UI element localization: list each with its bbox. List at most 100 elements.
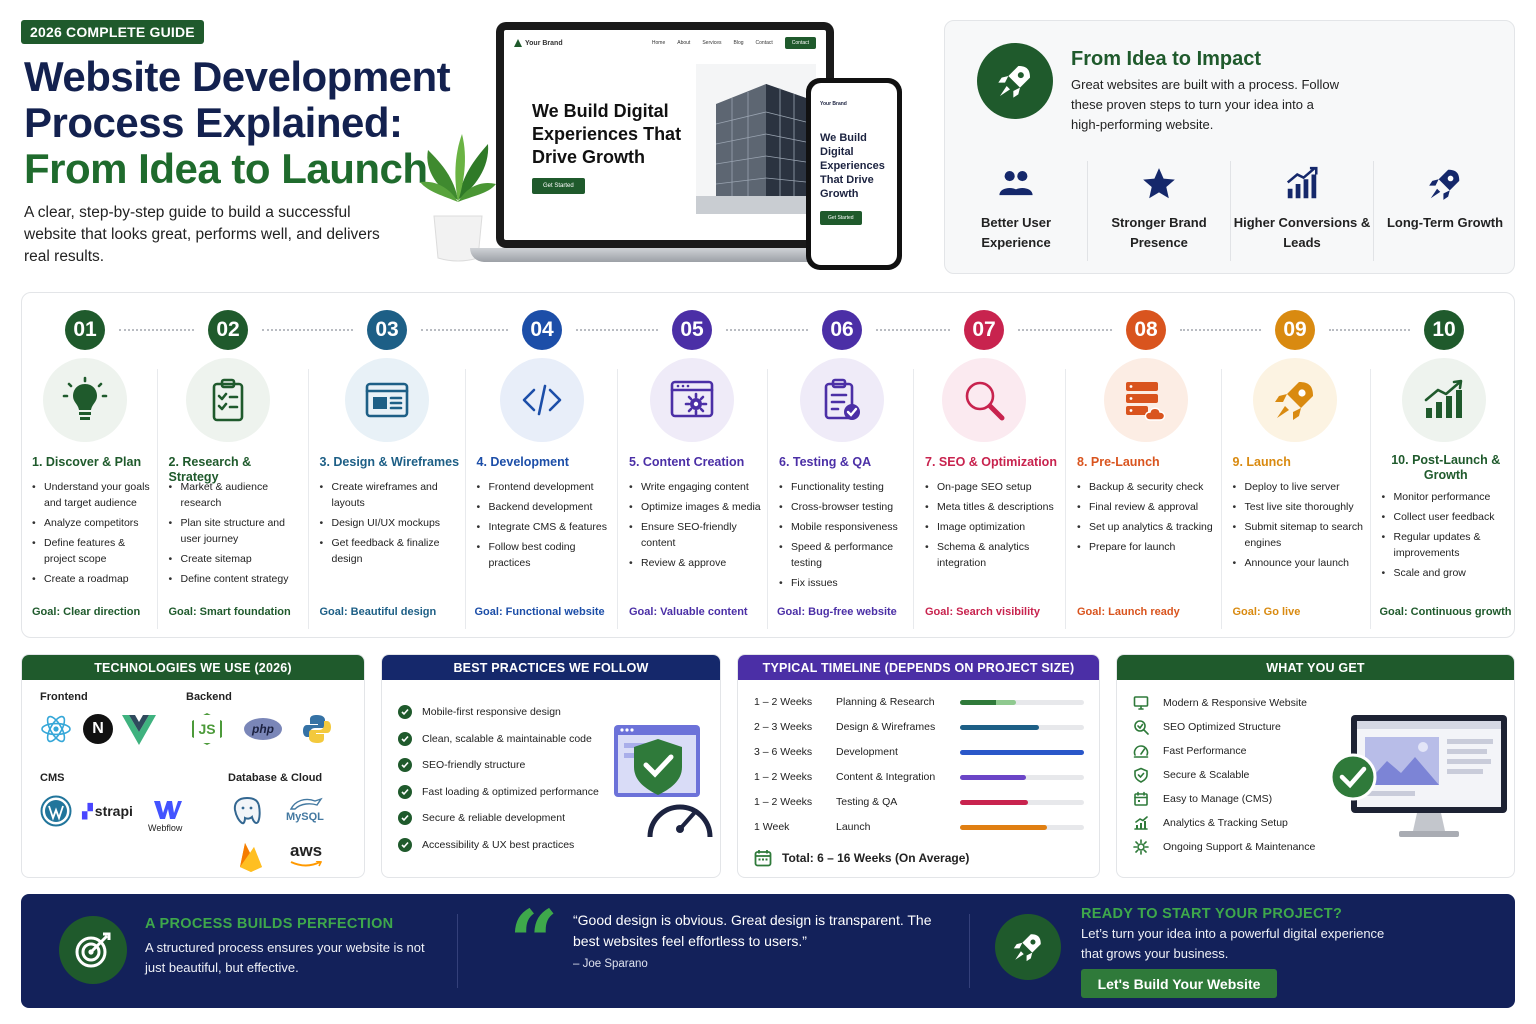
monitor-icon <box>1133 696 1149 710</box>
gear-icon <box>1133 839 1149 855</box>
what-you-get-list: Modern & Responsive Website SEO Optimized… <box>1133 691 1315 859</box>
step-task: Deploy to live server <box>1233 479 1364 495</box>
step-title: 10. Post-Launch & Growth <box>1391 453 1501 482</box>
target-badge <box>59 916 127 984</box>
calendar-icon <box>1134 791 1148 806</box>
lightbulb-icon <box>62 376 108 420</box>
rocket-icon <box>1013 934 1041 962</box>
benefit-brand-presence: Stronger Brand Presence <box>1088 161 1231 261</box>
timeline-phase: Design & Wireframes <box>836 721 936 733</box>
step-task: Design UI/UX mockups <box>320 515 459 531</box>
what-you-get-item: Ongoing Support & Maintenance <box>1133 835 1315 859</box>
step-task: Integrate CMS & features <box>477 519 612 535</box>
step-icon-badge <box>1253 358 1337 442</box>
check-icon <box>398 758 412 773</box>
step-task: Analyze competitors <box>32 515 151 531</box>
step-title: 3. Design & Wireframes <box>319 455 460 469</box>
step-tasks: On-page SEO setup Meta titles & descripti… <box>925 479 1059 575</box>
step-task: Understand your goals and target audienc… <box>32 479 151 511</box>
step-number: 09 <box>1275 310 1315 350</box>
quote-author: – Joe Sparano <box>573 958 648 970</box>
rocket-icon <box>1275 382 1313 420</box>
step-task: Collect user feedback <box>1382 509 1509 525</box>
timeline-bar-fill <box>960 774 1026 780</box>
step-task: Plan site structure and user journey <box>169 515 302 547</box>
step-task: Create wireframes and layouts <box>320 479 459 511</box>
process-step-06: 06 6. Testing & QA Functionality testing… <box>767 293 913 637</box>
timeline-bar-fill <box>960 724 1040 730</box>
browser-gear-icon <box>670 380 714 418</box>
step-task: Final review & approval <box>1077 499 1215 515</box>
step-tasks: Frontend development Backend development I… <box>477 479 612 575</box>
step-task: Define features & project scope <box>32 535 151 567</box>
step-number: 01 <box>65 310 105 350</box>
benefit-label: Better User Experience <box>980 215 1052 250</box>
benefit-label: Higher Conversions & Leads <box>1233 215 1371 250</box>
benefit-growth: Long-Term Growth <box>1374 161 1516 261</box>
timeline-duration: 1 Week <box>754 821 790 833</box>
step-icon-badge <box>186 358 270 442</box>
step-task: Image optimization <box>925 519 1059 535</box>
title-line-2: Process Explained: <box>24 99 403 146</box>
impact-text: Great websites are built with a process.… <box>1071 77 1340 132</box>
timeline-phase: Testing & QA <box>836 796 898 808</box>
step-task: Backend development <box>477 499 612 515</box>
triangle-logo-icon <box>514 39 522 47</box>
timeline-duration: 1 – 2 Weeks <box>754 696 813 708</box>
step-title: 7. SEO & Optimization <box>925 455 1057 469</box>
users-icon <box>999 171 1033 196</box>
step-task: Test live site thoroughly <box>1233 499 1364 515</box>
aws-logo: aws <box>290 841 322 867</box>
mockup-nav-contact: Contact <box>755 40 773 46</box>
python-icon <box>303 715 331 743</box>
timeline-duration: 2 – 3 Weeks <box>754 721 813 733</box>
backend-label: Backend <box>186 691 232 703</box>
step-task: Functionality testing <box>779 479 907 495</box>
hero-section: 2026 COMPLETE GUIDE Website Development … <box>0 0 1536 290</box>
step-number: 07 <box>964 310 1004 350</box>
step-tasks: Market & audience research Plan site stru… <box>169 479 302 591</box>
process-step-08: 08 8. Pre-Launch Backup & security check… <box>1065 293 1221 637</box>
step-task: Submit sitemap to search engines <box>1233 519 1364 551</box>
benefit-label: Long-Term Growth <box>1386 215 1504 230</box>
dolphin-icon <box>289 797 323 810</box>
strapi-logo: ▞ strapi <box>82 802 133 820</box>
footer-banner: A PROCESS BUILDS PERFECTION A structured… <box>21 894 1515 1008</box>
step-task: Ensure SEO-friendly content <box>629 519 761 551</box>
step-task: Review & approve <box>629 555 761 571</box>
what-you-get-item: Easy to Manage (CMS) <box>1133 787 1315 811</box>
mockup-contact-button: Contact <box>784 37 816 49</box>
impact-rocket-badge <box>977 43 1053 119</box>
step-task: Create a roadmap <box>32 571 151 587</box>
timeline-bar-track <box>960 699 1084 705</box>
step-goal: Goal: Functional website <box>474 606 605 618</box>
process-step-07: 07 7. SEO & Optimization On-page SEO set… <box>913 293 1065 637</box>
timeline-total: Total: 6 – 16 Weeks (On Average) <box>754 849 969 867</box>
timeline-bar-track <box>960 749 1084 755</box>
timeline-bar-track <box>960 824 1084 830</box>
step-number: 03 <box>367 310 407 350</box>
step-title: 8. Pre-Launch <box>1077 455 1160 469</box>
quote-icon: “ <box>509 892 559 993</box>
step-icon-badge <box>942 358 1026 442</box>
bar-chart-icon <box>1286 166 1318 199</box>
best-practices-heading: BEST PRACTICES WE FOLLOW <box>382 655 720 680</box>
mockup-nav: Your Brand Home About Services Blog Cont… <box>504 30 826 56</box>
timeline-bar-track <box>960 799 1084 805</box>
timeline-bar-track <box>960 724 1084 730</box>
react-icon <box>41 715 71 743</box>
step-icon-badge <box>1104 358 1188 442</box>
benefit-conversions: Higher Conversions & Leads <box>1231 161 1374 261</box>
best-practices-panel: BEST PRACTICES WE FOLLOW Mobile-first re… <box>381 654 721 878</box>
mockup-nav-blog: Blog <box>733 40 744 46</box>
best-practices-list: Mobile-first responsive design Clean, sca… <box>398 699 599 858</box>
timeline-panel: TYPICAL TIMELINE (DEPENDS ON PROJECT SIZ… <box>737 654 1100 878</box>
impact-title: From Idea to Impact <box>1071 48 1262 70</box>
wordpress-icon <box>40 795 72 827</box>
step-goal: Goal: Beautiful design <box>319 606 437 618</box>
check-icon <box>398 731 412 746</box>
postgres-icon <box>233 796 261 825</box>
code-icon <box>522 384 562 416</box>
what-you-get-panel: WHAT YOU GET Modern & Responsive Website… <box>1116 654 1515 878</box>
build-website-button[interactable]: Let's Build Your Website <box>1081 969 1277 998</box>
